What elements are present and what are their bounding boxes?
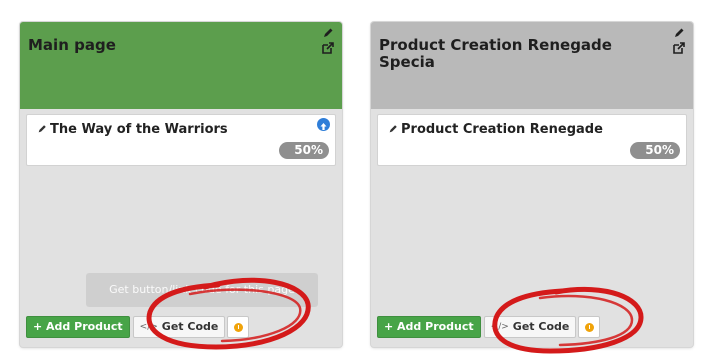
add-product-button[interactable]: + Add Product	[26, 316, 130, 338]
page-card-product-creation: Product Creation Renegade Specia Product…	[371, 22, 693, 347]
warning-icon	[584, 322, 594, 332]
code-icon: </>	[490, 322, 509, 332]
get-code-label: Get Code	[161, 320, 219, 333]
get-code-button[interactable]: </> Get Code	[483, 316, 577, 338]
card-title: Main page	[28, 36, 116, 54]
external-link-icon[interactable]	[673, 42, 685, 54]
product-name: Product Creation Renegade	[401, 122, 603, 137]
get-code-button[interactable]: </> Get Code	[132, 316, 226, 338]
warning-button[interactable]	[578, 316, 601, 338]
product-item[interactable]: The Way of the Warriors 50%	[26, 114, 336, 166]
product-name-wrap: The Way of the Warriors	[37, 122, 228, 137]
warning-button[interactable]	[227, 316, 250, 338]
product-name: The Way of the Warriors	[50, 122, 228, 137]
card-header: Product Creation Renegade Specia	[371, 22, 693, 109]
card-footer: + Add Product </> Get Code	[26, 316, 250, 338]
page-card-main: Main page The Way of the Warriors 50% Ge…	[20, 22, 342, 347]
add-product-button[interactable]: + Add Product	[377, 316, 481, 338]
card-header-icons	[663, 27, 685, 57]
progress-badge: 50%	[279, 142, 329, 159]
pencil-icon[interactable]	[37, 124, 47, 134]
info-icon[interactable]	[317, 118, 330, 131]
external-link-icon[interactable]	[322, 42, 334, 54]
card-header: Main page	[20, 22, 342, 109]
pencil-icon[interactable]	[673, 27, 685, 39]
code-icon: </>	[139, 322, 158, 332]
card-title: Product Creation Renegade Specia	[379, 36, 612, 71]
progress-badge: 50%	[630, 142, 680, 159]
warning-icon	[233, 322, 243, 332]
product-item[interactable]: Product Creation Renegade 50%	[377, 114, 687, 166]
card-footer: + Add Product </> Get Code	[377, 316, 601, 338]
product-name-wrap: Product Creation Renegade	[388, 122, 603, 137]
pencil-icon[interactable]	[388, 124, 398, 134]
pencil-icon[interactable]	[322, 27, 334, 39]
get-code-label: Get Code	[512, 320, 570, 333]
card-header-icons	[312, 27, 334, 57]
get-code-tooltip: Get button/link code for this page	[86, 273, 318, 307]
